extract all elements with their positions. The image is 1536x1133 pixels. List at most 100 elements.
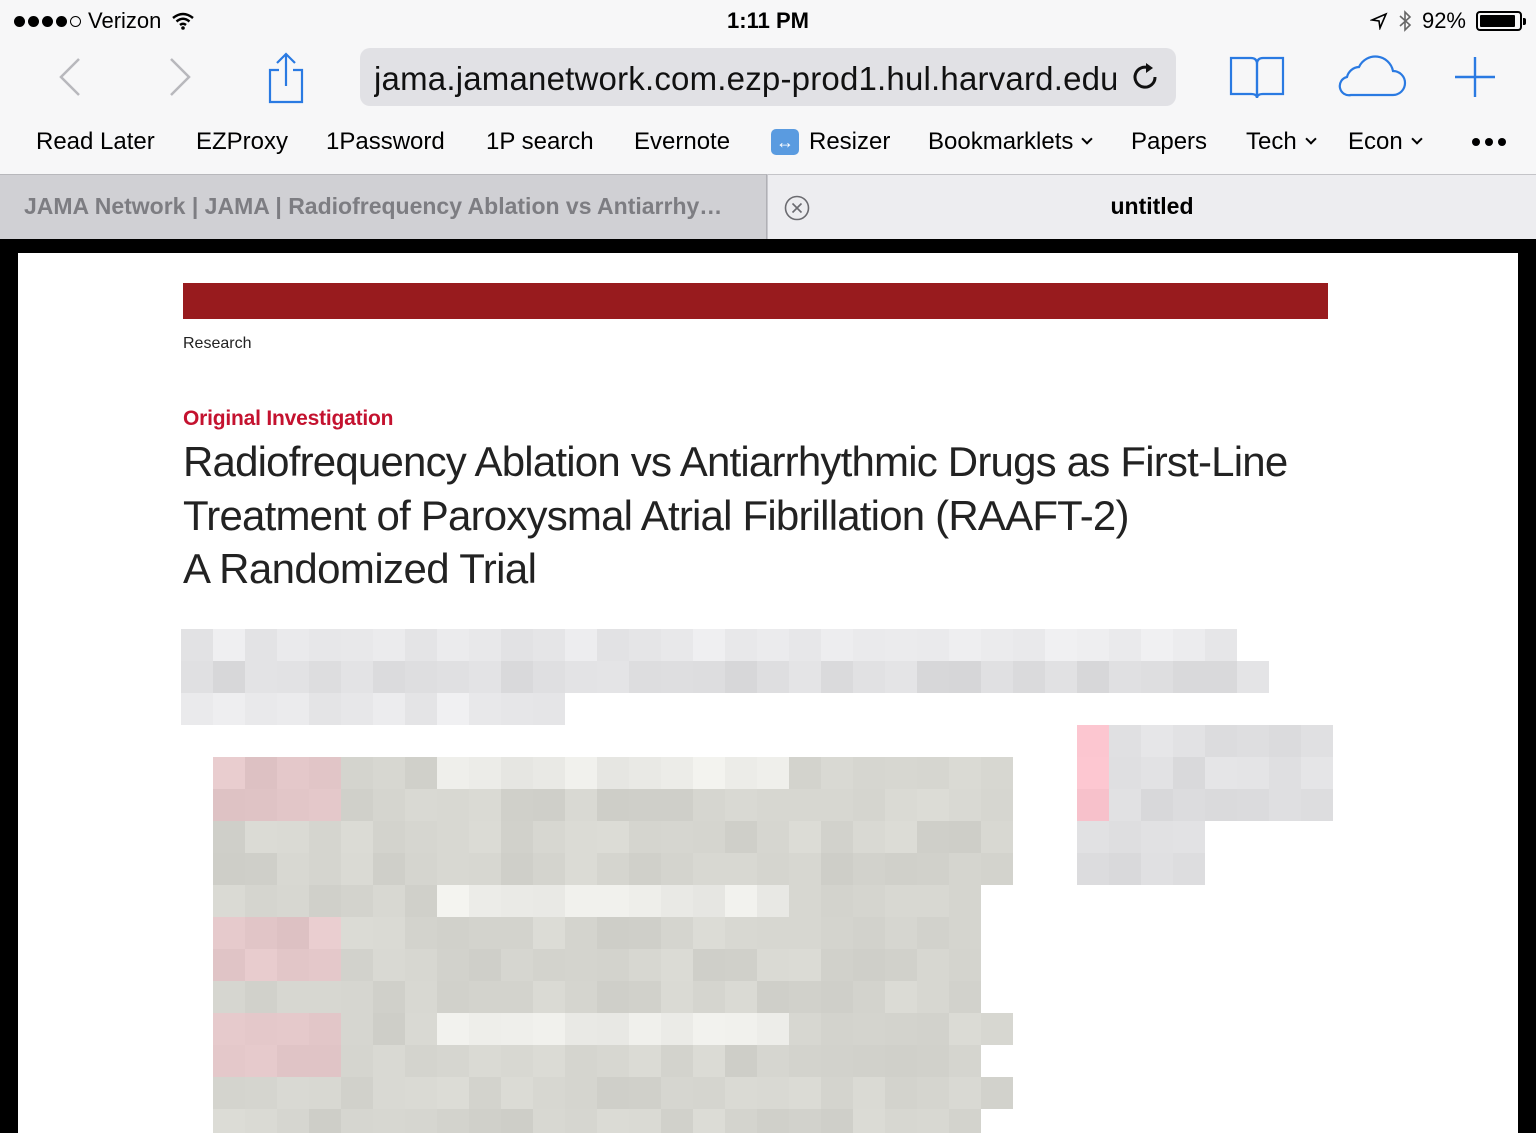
mosaic-block: [501, 629, 533, 661]
mosaic-block: [341, 1077, 373, 1109]
mosaic-block: [725, 661, 757, 693]
mosaic-block: [1109, 629, 1141, 661]
mosaic-block: [821, 885, 853, 917]
mosaic-block: [405, 1077, 437, 1109]
mosaic-block: [661, 821, 693, 853]
mosaic-block: [597, 629, 629, 661]
more-bookmarks-icon[interactable]: [1472, 138, 1506, 146]
mosaic-block: [853, 1045, 885, 1077]
mosaic-block: [341, 885, 373, 917]
mosaic-block: [533, 693, 565, 725]
mosaic-block: [405, 629, 437, 661]
bookmark-resizer[interactable]: ↔ Resizer: [771, 128, 890, 156]
mosaic-block: [1301, 789, 1333, 821]
mosaic-block: [405, 981, 437, 1013]
mosaic-block: [245, 981, 277, 1013]
mosaic-block: [341, 1109, 373, 1133]
mosaic-block: [501, 1077, 533, 1109]
mosaic-block: [629, 661, 661, 693]
bookmark-folder-econ[interactable]: Econ: [1348, 128, 1423, 156]
mosaic-block: [981, 821, 1013, 853]
mosaic-block: [597, 821, 629, 853]
mosaic-block: [565, 917, 597, 949]
reload-icon[interactable]: [1128, 60, 1162, 94]
bookmark-read-later[interactable]: Read Later: [36, 128, 155, 156]
mosaic-block: [757, 789, 789, 821]
mosaic-block: [661, 1077, 693, 1109]
mosaic-block: [437, 1077, 469, 1109]
mosaic-block: [1141, 725, 1173, 757]
mosaic-block: [373, 1045, 405, 1077]
bookmark-folder-bookmarklets[interactable]: Bookmarklets: [928, 128, 1094, 156]
mosaic-block: [853, 661, 885, 693]
bookmark-1password[interactable]: 1Password: [326, 128, 445, 156]
icloud-tabs-icon[interactable]: [1334, 42, 1408, 112]
mosaic-block: [309, 917, 341, 949]
mosaic-block: [885, 1077, 917, 1109]
mosaic-block: [213, 661, 245, 693]
bookmark-evernote[interactable]: Evernote: [634, 128, 730, 156]
mosaic-block: [949, 629, 981, 661]
bookmark-ezproxy[interactable]: EZProxy: [196, 128, 288, 156]
mosaic-block: [309, 1109, 341, 1133]
mosaic-block: [1109, 853, 1141, 885]
article-title: Radiofrequency Ablation vs Antiarrhythmi…: [183, 438, 1288, 539]
mosaic-block: [853, 949, 885, 981]
mosaic-block: [469, 1013, 501, 1045]
mosaic-block: [661, 949, 693, 981]
bookmark-1p-search[interactable]: 1P search: [486, 128, 594, 156]
address-bar[interactable]: jama.jamanetwork.com.ezp-prod1.hul.harva…: [360, 48, 1176, 106]
forward-icon[interactable]: [162, 42, 198, 112]
mosaic-block: [309, 981, 341, 1013]
mosaic-block: [533, 821, 565, 853]
mosaic-block: [565, 981, 597, 1013]
mosaic-block: [597, 1077, 629, 1109]
mosaic-block: [373, 885, 405, 917]
mosaic-block: [917, 629, 949, 661]
back-icon[interactable]: [52, 42, 88, 112]
mosaic-block: [661, 917, 693, 949]
mosaic-block: [917, 917, 949, 949]
bookmarks-icon[interactable]: [1228, 42, 1286, 112]
mosaic-block: [1205, 629, 1237, 661]
mosaic-block: [853, 1109, 885, 1133]
mosaic-block: [533, 789, 565, 821]
share-icon[interactable]: [264, 42, 308, 112]
tab-untitled[interactable]: untitled: [768, 174, 1536, 239]
mosaic-block: [1173, 821, 1205, 853]
mosaic-block: [469, 885, 501, 917]
mosaic-block: [565, 885, 597, 917]
tab-bar: JAMA Network | JAMA | Radiofrequency Abl…: [0, 174, 1536, 239]
bookmark-folder-tech[interactable]: Tech: [1246, 128, 1317, 156]
mosaic-block: [661, 789, 693, 821]
mosaic-block: [661, 1013, 693, 1045]
url-text[interactable]: jama.jamanetwork.com.ezp-prod1.hul.harva…: [374, 60, 1116, 98]
mosaic-block: [309, 853, 341, 885]
bookmarks-bar: Read Later EZProxy 1Password 1P search E…: [0, 112, 1536, 174]
mosaic-block: [821, 661, 853, 693]
mosaic-block: [885, 917, 917, 949]
mosaic-block: [405, 661, 437, 693]
mosaic-block: [821, 629, 853, 661]
new-tab-icon[interactable]: [1452, 42, 1498, 112]
mosaic-block: [277, 1109, 309, 1133]
mosaic-block: [469, 757, 501, 789]
mosaic-block: [917, 1045, 949, 1077]
mosaic-block: [1013, 661, 1045, 693]
mosaic-block: [501, 1045, 533, 1077]
mosaic-block: [821, 1045, 853, 1077]
mosaic-block: [725, 981, 757, 1013]
mosaic-block: [1045, 629, 1077, 661]
mosaic-block: [213, 757, 245, 789]
mosaic-block: [309, 789, 341, 821]
mosaic-block: [885, 1109, 917, 1133]
mosaic-block: [533, 629, 565, 661]
mosaic-block: [405, 1013, 437, 1045]
mosaic-block: [181, 693, 213, 725]
bookmark-papers[interactable]: Papers: [1131, 128, 1207, 156]
mosaic-block: [693, 885, 725, 917]
mosaic-block: [693, 789, 725, 821]
mosaic-block: [405, 693, 437, 725]
tab-jama-article[interactable]: JAMA Network | JAMA | Radiofrequency Abl…: [0, 174, 767, 239]
mosaic-block: [821, 917, 853, 949]
